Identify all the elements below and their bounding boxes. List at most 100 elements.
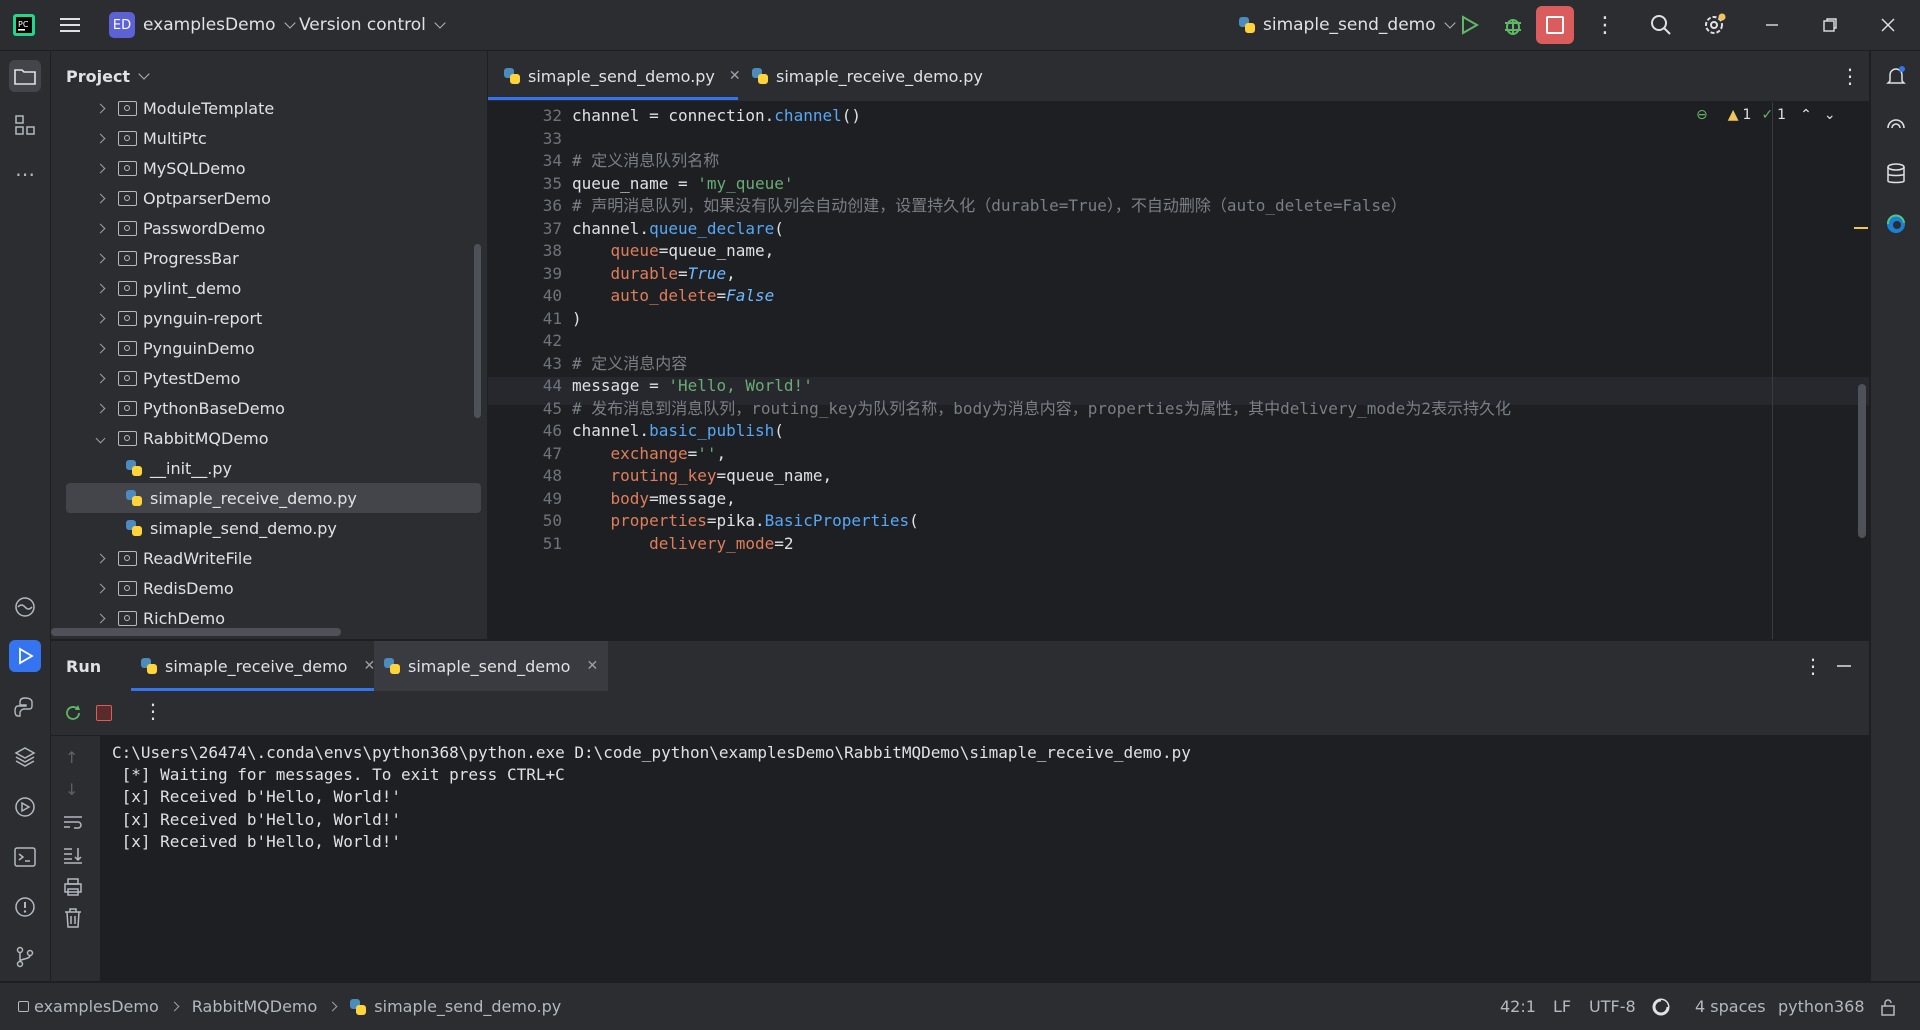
python-console-icon[interactable] [9,691,41,723]
editor-vertical-scrollbar[interactable] [1858,384,1866,538]
tree-horizontal-scrollbar[interactable] [51,628,341,636]
project-selector[interactable]: ED examplesDemo [109,0,296,50]
breadcrumb-file[interactable]: simaple_send_demo.py [374,997,561,1016]
console-output[interactable]: C:\Users\26474\.conda\envs\python368\pyt… [100,736,1869,981]
indent-setting[interactable]: 4 spaces [1695,983,1766,1030]
line-separator[interactable]: LF [1553,983,1571,1030]
next-highlight-icon[interactable]: ⌄ [1824,107,1836,123]
services-icon[interactable] [9,591,41,623]
tree-item[interactable]: __init__.py [51,453,487,483]
file-encoding[interactable]: UTF-8 [1589,983,1636,1030]
debug-button[interactable] [1502,0,1524,50]
chevron-right-icon[interactable] [95,133,106,143]
tree-item[interactable]: pynguin-report [51,303,487,333]
chevron-right-icon[interactable] [95,403,106,413]
run-tool-icon[interactable] [9,640,41,672]
restore-button[interactable] [1822,0,1838,50]
edge-browser-icon[interactable] [1880,208,1912,240]
chevron-right-icon[interactable] [95,223,106,233]
database-icon[interactable] [1880,158,1912,190]
notifications-bell-icon[interactable] [1880,60,1912,92]
tree-item-label: PythonBaseDemo [143,398,285,418]
project-tool-folder-icon[interactable] [9,60,41,92]
ai-assistant-icon[interactable] [1880,109,1912,141]
code-editor[interactable]: 32 channel = connection.channel() 33 34 # 定义… [488,102,1869,639]
chevron-right-icon[interactable] [95,193,106,203]
prev-highlight-icon[interactable]: ⌃ [1800,107,1812,123]
close-tab-icon[interactable]: ✕ [729,68,741,84]
tree-item[interactable]: ModuleTemplate [51,93,487,123]
scroll-to-end-icon[interactable] [63,846,83,868]
services-run-icon[interactable] [9,791,41,823]
copilot-status-icon[interactable] [1652,983,1670,1030]
stop-icon[interactable] [96,705,112,721]
run-config-selector[interactable]: simaple_send_demo [1239,0,1456,50]
run-button[interactable] [1459,0,1479,50]
caret-position[interactable]: 42:1 [1500,983,1536,1030]
chevron-down-icon[interactable] [95,433,106,443]
tree-item[interactable]: PytestDemo [51,363,487,393]
chevron-right-icon[interactable] [95,253,106,263]
settings-gear-icon[interactable] [1702,0,1726,50]
tree-item[interactable]: pylint_demo [51,273,487,303]
tree-vertical-scrollbar[interactable] [474,244,481,418]
print-icon[interactable] [63,878,83,900]
tree-item[interactable]: simaple_send_demo.py [51,513,487,543]
problems-icon[interactable] [9,891,41,923]
close-tab-icon[interactable]: ✕ [586,658,598,674]
more-run-actions-icon[interactable]: ⋮ [143,699,163,723]
tab-options-icon[interactable]: ⋮ [1840,51,1860,101]
run-tab-send[interactable]: simaple_send_demo ✕ [374,641,609,691]
git-branch-icon[interactable] [9,941,41,973]
trash-icon[interactable] [64,908,82,932]
more-actions-icon[interactable]: ⋮ [1594,0,1616,50]
lock-icon[interactable] [1880,983,1896,1030]
scroll-up-icon[interactable]: ↑ [65,748,78,767]
warning-icon: ▲ [1727,107,1739,123]
hide-panel-icon[interactable] [1836,641,1852,691]
main-menu-icon[interactable] [60,0,82,50]
tree-item[interactable]: PasswordDemo [51,213,487,243]
stop-button[interactable] [1536,0,1574,50]
minimize-button[interactable] [1764,0,1780,50]
close-window-button[interactable] [1880,0,1896,50]
scroll-down-icon[interactable]: ↓ [65,780,78,799]
app-logo-icon[interactable]: PC [12,0,36,50]
rerun-icon[interactable] [63,703,83,727]
chevron-right-icon[interactable] [95,283,106,293]
search-icon[interactable] [1650,0,1672,50]
warning-stripe-marker[interactable] [1854,227,1868,229]
tree-item[interactable]: RabbitMQDemo [51,423,487,453]
tree-item[interactable]: simaple_receive_demo.py [66,483,481,513]
vcs-menu[interactable]: Version control [299,0,446,50]
interpreter-setting[interactable]: python368 [1778,983,1865,1030]
python-packages-icon[interactable] [9,741,41,773]
tree-item[interactable]: ReadWriteFile [51,543,487,573]
tab-simaple-receive-demo[interactable]: simaple_receive_demo.py [752,51,983,101]
chevron-right-icon[interactable] [95,343,106,353]
chevron-right-icon[interactable] [95,373,106,383]
tree-item[interactable]: RedisDemo [51,573,487,603]
chevron-right-icon[interactable] [95,553,106,563]
tree-item[interactable]: PynguinDemo [51,333,487,363]
chevron-right-icon[interactable] [95,163,106,173]
run-options-icon[interactable]: ⋮ [1803,641,1823,691]
tree-item[interactable]: OptparserDemo [51,183,487,213]
terminal-icon[interactable] [9,841,41,873]
tree-item[interactable]: MySQLDemo [51,153,487,183]
tree-item[interactable]: MultiPtc [51,123,487,153]
breadcrumb-project[interactable]: examplesDemo [34,997,159,1016]
breadcrumb-folder[interactable]: RabbitMQDemo [192,997,318,1016]
soft-wrap-icon[interactable] [63,814,83,834]
tree-item[interactable]: PythonBaseDemo [51,393,487,423]
inspection-widget[interactable]: ⊖ ▲ 1 ✓ 1 ⌃ ⌄ [1696,102,1836,128]
chevron-right-icon[interactable] [95,313,106,323]
chevron-right-icon[interactable] [95,103,106,113]
more-tools-icon[interactable]: ⋯ [9,158,41,190]
run-tab-receive[interactable]: simaple_receive_demo ✕ [131,641,385,691]
tree-item[interactable]: ProgressBar [51,243,487,273]
structure-icon[interactable] [9,109,41,141]
chevron-right-icon[interactable] [95,613,106,623]
chevron-right-icon[interactable] [95,583,106,593]
tab-simaple-send-demo[interactable]: simaple_send_demo.py ✕ [504,51,741,101]
